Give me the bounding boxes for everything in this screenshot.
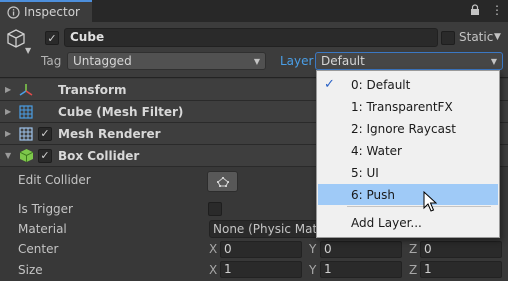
mouse-cursor-icon bbox=[423, 190, 438, 213]
edit-collider-label: Edit Collider bbox=[18, 173, 91, 187]
info-icon bbox=[6, 5, 20, 19]
tab-controls: ⋮ bbox=[468, 3, 504, 17]
size-x-field[interactable]: 1 bbox=[220, 261, 302, 278]
tab-label: Inspector bbox=[24, 5, 80, 19]
chevron-down-icon: ▼ bbox=[253, 56, 260, 66]
component-title: Box Collider bbox=[58, 148, 140, 163]
menu-item-layer-6[interactable]: 6: Push bbox=[318, 184, 498, 205]
menu-item-layer-4[interactable]: 4: Water bbox=[318, 140, 498, 161]
menu-item-label: 0: Default bbox=[351, 77, 411, 92]
menu-item-label: 6: Push bbox=[351, 187, 395, 202]
size-y-label: Y bbox=[309, 263, 317, 277]
mesh-renderer-enabled-checkbox[interactable]: ✓ bbox=[38, 126, 52, 141]
fold-arrow-icon[interactable]: ▶ bbox=[5, 129, 13, 138]
static-dropdown-arrow[interactable]: ▼ bbox=[494, 32, 501, 42]
box-collider-enabled-checkbox[interactable]: ✓ bbox=[38, 148, 52, 163]
fold-arrow-icon[interactable]: ▶ bbox=[5, 107, 13, 116]
center-z-field[interactable]: 0 bbox=[420, 241, 502, 258]
static-label: Static bbox=[459, 30, 494, 44]
component-title: Cube (Mesh Filter) bbox=[58, 104, 184, 119]
layer-value: Default bbox=[321, 54, 365, 68]
center-y-field[interactable]: 0 bbox=[320, 241, 402, 258]
is-trigger-checkbox[interactable] bbox=[208, 202, 222, 216]
center-x-field[interactable]: 0 bbox=[220, 241, 302, 258]
static-checkbox[interactable] bbox=[441, 31, 455, 45]
object-name-field[interactable]: Cube bbox=[64, 28, 438, 47]
mesh-renderer-icon bbox=[18, 126, 34, 142]
menu-item-label: 5: UI bbox=[351, 165, 379, 180]
center-x-label: X bbox=[209, 242, 218, 256]
size-x-label: X bbox=[209, 263, 218, 277]
menu-item-label: 4: Water bbox=[351, 143, 402, 158]
menu-item-layer-1[interactable]: 1: TransparentFX bbox=[318, 96, 498, 117]
menu-separator bbox=[347, 206, 491, 207]
tag-label: Tag bbox=[41, 54, 62, 68]
center-y-label: Y bbox=[309, 242, 317, 256]
material-field[interactable]: None (Physic Mate bbox=[209, 220, 329, 238]
menu-item-add-layer[interactable]: Add Layer... bbox=[318, 212, 498, 233]
center-label: Center bbox=[18, 242, 59, 256]
menu-item-layer-5[interactable]: 5: UI bbox=[318, 162, 498, 183]
tab-inspector[interactable]: Inspector bbox=[0, 0, 92, 22]
center-z-label: Z bbox=[409, 242, 418, 256]
fold-arrow-icon[interactable]: ▶ bbox=[5, 85, 13, 94]
fold-arrow-icon[interactable]: ▼ bbox=[5, 151, 13, 160]
active-checkbox[interactable]: ✓ bbox=[45, 31, 59, 45]
layer-dropdown[interactable]: Default ▼ bbox=[315, 52, 503, 70]
edit-bounds-icon bbox=[216, 176, 229, 187]
mesh-filter-icon bbox=[18, 104, 34, 120]
layer-popup-menu: ✓ 0: Default 1: TransparentFX 2: Ignore … bbox=[316, 70, 500, 238]
component-title: Transform bbox=[58, 82, 127, 97]
size-label: Size bbox=[18, 263, 43, 277]
component-title: Mesh Renderer bbox=[58, 126, 161, 141]
box-collider-icon bbox=[18, 148, 34, 164]
menu-item-label: 2: Ignore Raycast bbox=[351, 121, 456, 136]
material-label: Material bbox=[18, 222, 67, 236]
menu-item-layer-2[interactable]: 2: Ignore Raycast bbox=[318, 118, 498, 139]
menu-item-label: Add Layer... bbox=[351, 215, 422, 230]
chevron-down-icon: ▼ bbox=[490, 56, 497, 66]
is-trigger-label: Is Trigger bbox=[18, 202, 73, 216]
icon-dropdown-arrow[interactable]: ▼ bbox=[25, 46, 31, 55]
menu-item-layer-0[interactable]: ✓ 0: Default bbox=[318, 74, 498, 95]
layer-label: Layer bbox=[280, 54, 314, 68]
size-z-field[interactable]: 1 bbox=[420, 261, 502, 278]
edit-collider-button[interactable] bbox=[207, 171, 238, 192]
lock-icon[interactable] bbox=[468, 3, 482, 17]
checkmark-icon: ✓ bbox=[324, 77, 335, 92]
tag-dropdown[interactable]: Untagged ▼ bbox=[67, 52, 266, 70]
tag-value: Untagged bbox=[73, 54, 132, 68]
size-y-field[interactable]: 1 bbox=[320, 261, 402, 278]
transform-icon bbox=[18, 82, 34, 98]
more-options-icon[interactable]: ⋮ bbox=[490, 3, 504, 17]
size-z-label: Z bbox=[409, 263, 418, 277]
menu-item-label: 1: TransparentFX bbox=[351, 99, 453, 114]
